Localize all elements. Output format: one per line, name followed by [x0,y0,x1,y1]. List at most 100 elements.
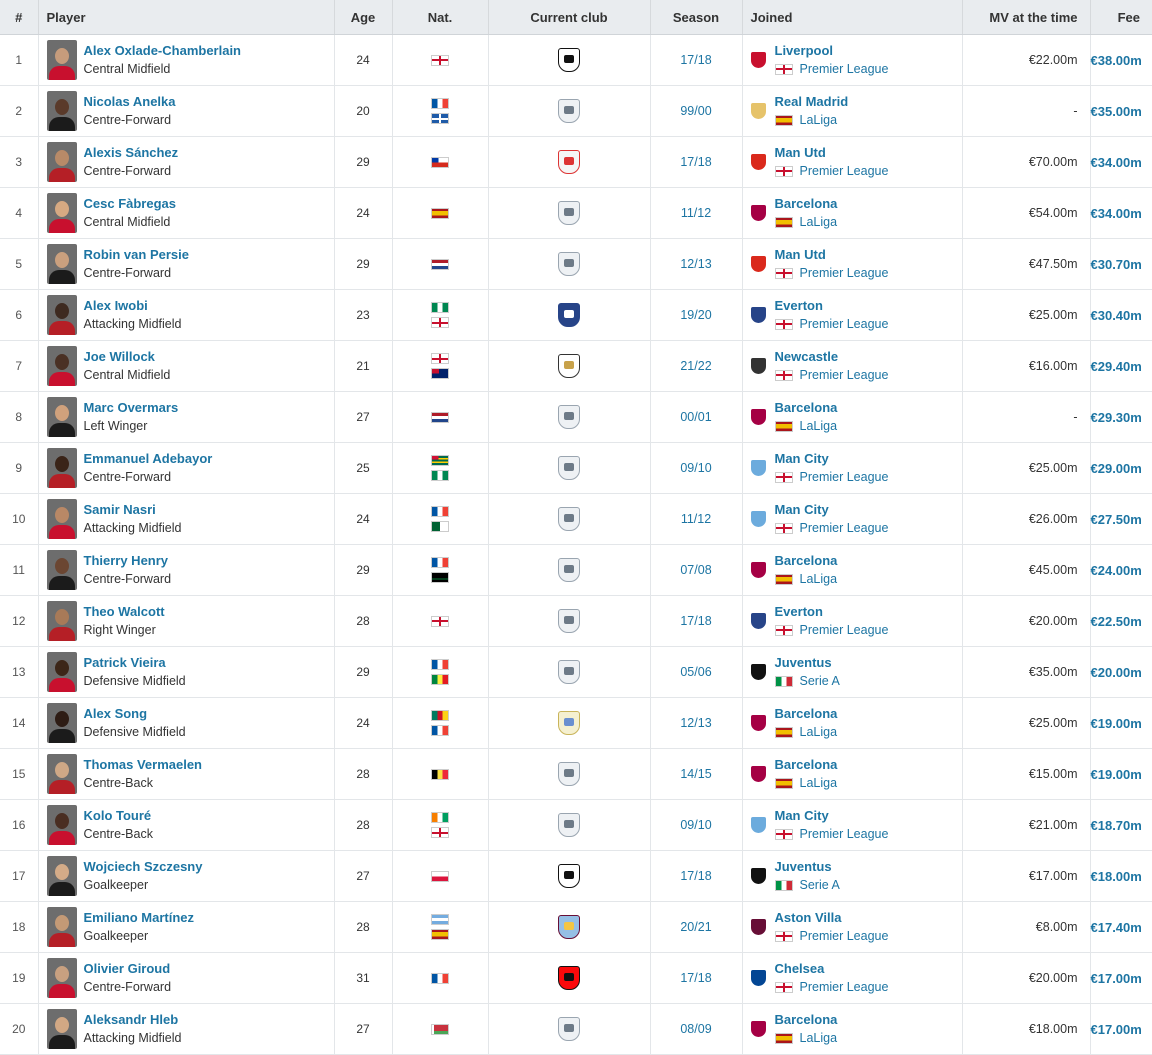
player-photo[interactable] [46,601,77,641]
fee-link[interactable]: €17.00m [1091,971,1142,986]
league-link[interactable]: LaLiga [800,111,838,129]
fee-link[interactable]: €17.00m [1091,1022,1142,1037]
fee-link[interactable]: €30.40m [1091,308,1142,323]
fee-link[interactable]: €34.00m [1091,155,1142,170]
player-photo[interactable] [46,244,77,284]
player-name-link[interactable]: Theo Walcott [84,603,165,621]
joined-club-link[interactable]: Barcelona [775,552,838,570]
fee-link[interactable]: €19.00m [1091,716,1142,731]
player-photo[interactable] [46,754,77,794]
retired-crest-icon[interactable] [558,201,580,225]
season-link[interactable]: 07/08 [680,563,711,577]
joined-club-crest-icon[interactable] [750,52,766,68]
joined-club-link[interactable]: Barcelona [775,705,838,723]
player-name-link[interactable]: Kolo Touré [84,807,153,825]
league-link[interactable]: Premier League [800,519,889,537]
fee-link[interactable]: €35.00m [1091,104,1142,119]
season-link[interactable]: 11/12 [681,206,711,220]
joined-club-link[interactable]: Everton [775,603,889,621]
league-link[interactable]: Serie A [800,876,840,894]
joined-club-crest-icon[interactable] [750,613,766,629]
retired-crest-icon[interactable] [558,405,580,429]
joined-club-link[interactable]: Barcelona [775,756,838,774]
joined-club-link[interactable]: Man City [775,450,889,468]
league-link[interactable]: Premier League [800,978,889,996]
season-link[interactable]: 12/13 [680,257,711,271]
season-link[interactable]: 00/01 [680,410,711,424]
league-link[interactable]: LaLiga [800,570,838,588]
season-link[interactable]: 17/18 [680,155,711,169]
fee-link[interactable]: €38.00m [1091,53,1142,68]
player-photo[interactable] [46,856,77,896]
joined-club-crest-icon[interactable] [750,154,766,170]
header-age[interactable]: Age [333,0,392,35]
retired-crest-icon[interactable] [558,762,580,786]
fee-link[interactable]: €34.00m [1091,206,1142,221]
joined-club-crest-icon[interactable] [750,919,766,935]
season-link[interactable]: 17/18 [680,869,711,883]
player-photo[interactable] [46,448,77,488]
season-link[interactable]: 09/10 [680,461,711,475]
league-link[interactable]: LaLiga [800,213,838,231]
league-link[interactable]: Premier League [800,315,889,333]
player-name-link[interactable]: Patrick Vieira [84,654,186,672]
league-link[interactable]: Premier League [800,468,889,486]
retired-crest-icon[interactable] [558,813,580,837]
player-name-link[interactable]: Cesc Fàbregas [84,195,177,213]
player-name-link[interactable]: Samir Nasri [84,501,182,519]
besiktas-crest-icon[interactable] [558,48,580,72]
league-link[interactable]: Premier League [800,264,889,282]
aston-villa-crest-icon[interactable] [558,915,580,939]
season-link[interactable]: 11/12 [681,512,711,526]
player-name-link[interactable]: Aleksandr Hleb [84,1011,182,1029]
retired-crest-icon[interactable] [558,456,580,480]
joined-club-link[interactable]: Man City [775,807,889,825]
player-photo[interactable] [46,805,77,845]
player-name-link[interactable]: Alexis Sánchez [84,144,179,162]
joined-club-crest-icon[interactable] [750,817,766,833]
joined-club-link[interactable]: Barcelona [775,399,838,417]
joined-club-crest-icon[interactable] [750,256,766,272]
player-name-link[interactable]: Emiliano Martínez [84,909,195,927]
retired-crest-icon[interactable] [558,252,580,276]
ac-milan-crest-icon[interactable] [558,966,580,990]
joined-club-link[interactable]: Barcelona [775,1011,838,1029]
joined-club-crest-icon[interactable] [750,562,766,578]
fee-link[interactable]: €29.30m [1091,410,1142,425]
league-link[interactable]: LaLiga [800,723,838,741]
retired-crest-icon[interactable] [558,558,580,582]
joined-club-crest-icon[interactable] [750,511,766,527]
player-photo[interactable] [46,193,77,233]
player-name-link[interactable]: Alex Song [84,705,186,723]
league-link[interactable]: Premier League [800,366,889,384]
league-link[interactable]: LaLiga [800,1029,838,1047]
player-name-link[interactable]: Robin van Persie [84,246,189,264]
header-market-value[interactable]: MV at the time [961,0,1090,35]
league-link[interactable]: Premier League [800,60,889,78]
player-name-link[interactable]: Alex Iwobi [84,297,182,315]
newcastle-crest-icon[interactable] [558,354,580,378]
league-link[interactable]: Premier League [800,621,889,639]
juventus-crest-icon[interactable] [558,864,580,888]
everton-crest-icon[interactable] [558,303,580,327]
fee-link[interactable]: €17.40m [1091,920,1142,935]
joined-club-link[interactable]: Real Madrid [775,93,849,111]
joined-club-link[interactable]: Barcelona [775,195,838,213]
player-name-link[interactable]: Joe Willock [84,348,171,366]
season-link[interactable]: 08/09 [680,1022,711,1036]
djibouti-club-crest-icon[interactable] [558,711,580,735]
joined-club-crest-icon[interactable] [750,460,766,476]
player-photo[interactable] [46,40,77,80]
player-photo[interactable] [46,1009,77,1049]
season-link[interactable]: 05/06 [680,665,711,679]
fee-link[interactable]: €18.70m [1091,818,1142,833]
joined-club-link[interactable]: Juventus [775,654,840,672]
player-name-link[interactable]: Emmanuel Adebayor [84,450,213,468]
joined-club-link[interactable]: Chelsea [775,960,889,978]
player-photo[interactable] [46,550,77,590]
retired-crest-icon[interactable] [558,660,580,684]
league-link[interactable]: LaLiga [800,417,838,435]
season-link[interactable]: 99/00 [680,104,711,118]
player-photo[interactable] [46,652,77,692]
player-name-link[interactable]: Thomas Vermaelen [84,756,203,774]
